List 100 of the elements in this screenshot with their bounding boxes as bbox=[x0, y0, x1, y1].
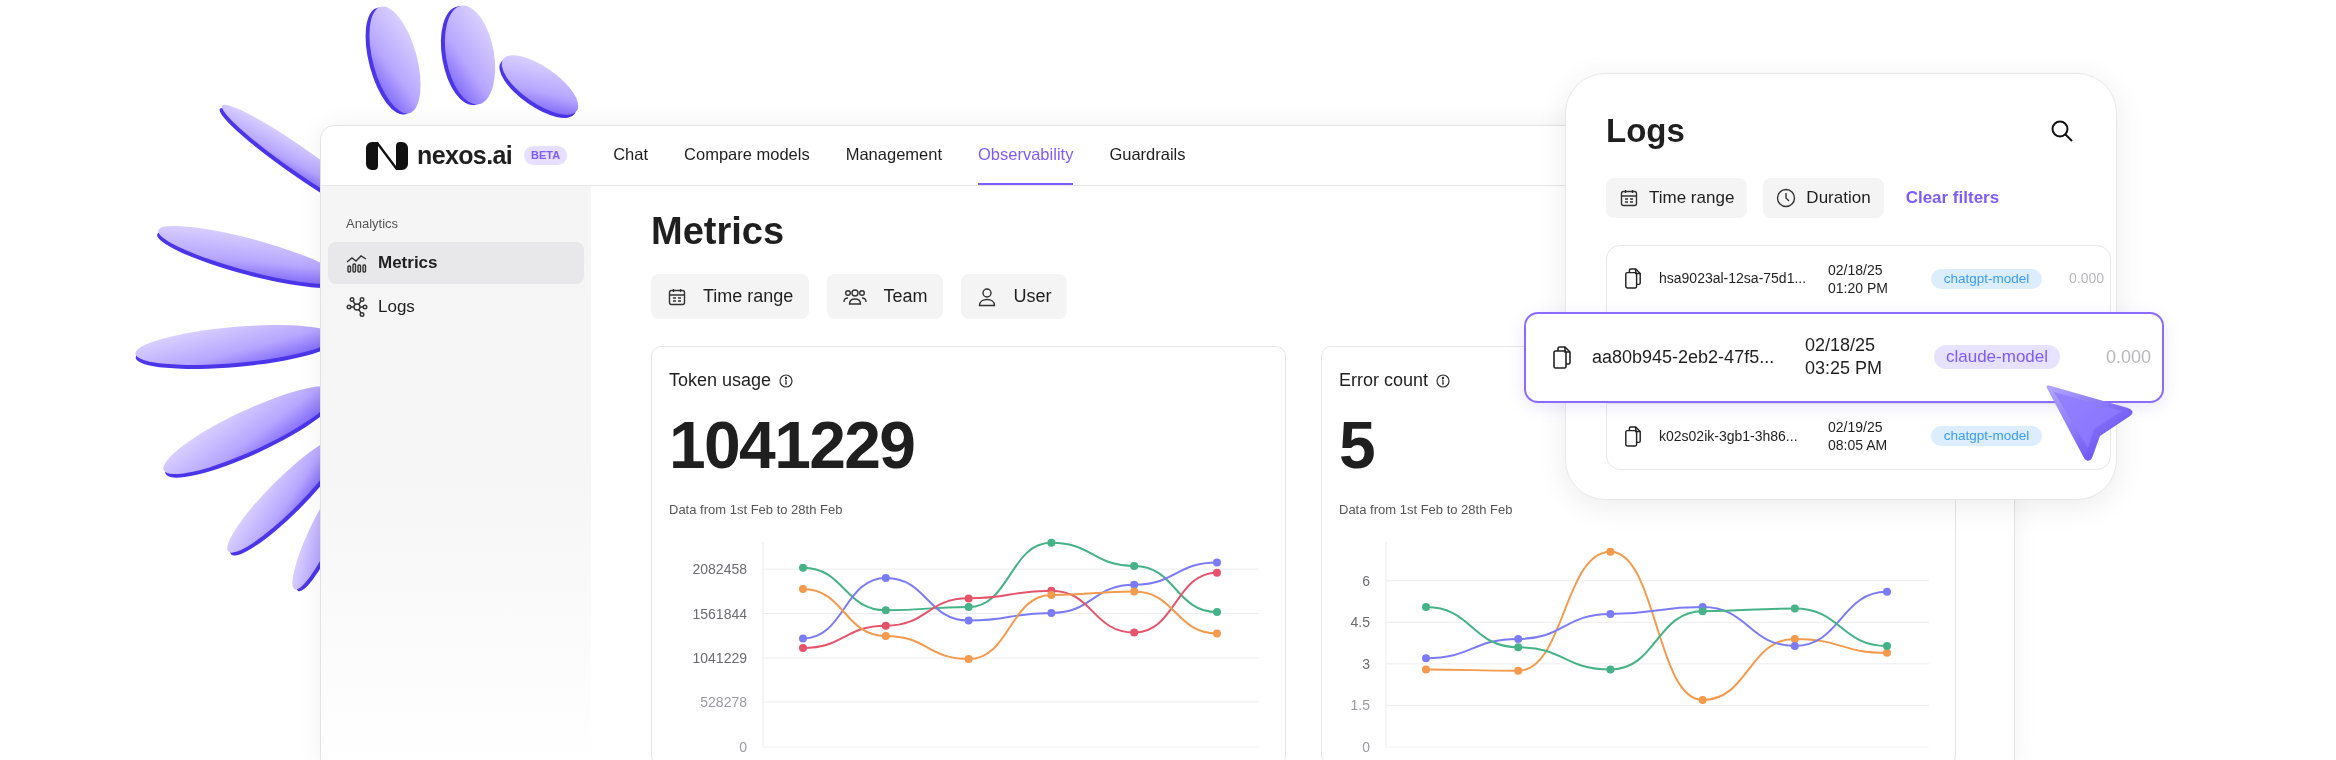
nav-tab[interactable]: Management bbox=[845, 126, 942, 185]
model-tag: claude-model bbox=[1934, 345, 2060, 369]
data-point bbox=[1606, 664, 1615, 673]
data-point bbox=[1130, 587, 1139, 596]
data-point bbox=[881, 631, 890, 640]
card-title: Token usage bbox=[669, 369, 772, 392]
log-time: 08:05 AM bbox=[1828, 436, 1889, 454]
axis-label: 2082458 bbox=[692, 560, 747, 577]
data-point bbox=[1047, 590, 1056, 599]
data-point bbox=[1213, 607, 1221, 616]
data-point bbox=[799, 584, 807, 593]
data-point bbox=[1606, 547, 1615, 556]
documents-icon bbox=[1624, 268, 1642, 289]
log-row[interactable]: aa80b945-2eb2-47f5... 02/18/25 03:25 PM claude-model 0.000 bbox=[1524, 311, 2164, 403]
data-point bbox=[1213, 568, 1221, 577]
page-title: Metrics bbox=[651, 209, 786, 254]
data-point bbox=[881, 605, 890, 614]
sidebar-heading: Analytics bbox=[345, 215, 400, 233]
data-point bbox=[1422, 602, 1430, 611]
model-tag: chatgpt-model bbox=[1931, 268, 2042, 289]
axis-label: 3 bbox=[1362, 655, 1370, 672]
filter-button[interactable]: Duration bbox=[1763, 177, 1884, 218]
filter-button[interactable]: Time range bbox=[651, 274, 810, 319]
log-time: 03:25 PM bbox=[1805, 357, 1884, 380]
data-point bbox=[1047, 538, 1056, 547]
log-date: 02/18/25 bbox=[1805, 334, 1877, 357]
data-point bbox=[1698, 606, 1707, 615]
documents-icon bbox=[1624, 425, 1642, 447]
data-point bbox=[964, 654, 973, 663]
log-row[interactable]: hsa9023al-12sa-75d1... 02/18/25 01:20 PM chatgpt-model 0.000 bbox=[1607, 245, 2110, 312]
model-tag: chatgpt-model bbox=[1931, 426, 2042, 446]
axis-label: 0 bbox=[1362, 738, 1370, 755]
documents-icon bbox=[1552, 345, 1572, 369]
data-point bbox=[1514, 666, 1523, 675]
data-point bbox=[1514, 642, 1523, 651]
axis-label: 1561844 bbox=[692, 605, 747, 622]
axis-label: 1041229 bbox=[692, 649, 747, 666]
data-point bbox=[881, 573, 890, 582]
log-id: k02s02ik-3gb1-3h86... bbox=[1659, 426, 1799, 446]
data-point bbox=[1514, 634, 1523, 643]
sidebar-item[interactable]: Metrics bbox=[328, 241, 584, 284]
filter-button[interactable]: Time range bbox=[1606, 177, 1748, 218]
calendar-icon bbox=[667, 286, 687, 307]
data-point bbox=[1790, 634, 1799, 643]
data-point bbox=[1213, 558, 1221, 566]
data-point bbox=[1698, 695, 1707, 704]
data-point bbox=[1790, 641, 1799, 650]
team-icon bbox=[843, 286, 868, 307]
data-point bbox=[1130, 561, 1139, 570]
sidebar-item[interactable]: Logs bbox=[328, 285, 584, 328]
axis-label: 4.5 bbox=[1350, 613, 1370, 630]
data-point bbox=[964, 616, 973, 625]
data-point bbox=[1213, 628, 1221, 637]
logo-icon bbox=[365, 140, 409, 171]
data-point bbox=[1047, 608, 1056, 617]
axis-label: 528278 bbox=[700, 693, 747, 710]
caption: Data from 1st Feb to 28th Feb bbox=[669, 501, 844, 519]
log-time: 01:20 PM bbox=[1828, 278, 1889, 297]
card-title: Error count bbox=[1339, 369, 1429, 392]
data-point bbox=[1422, 653, 1430, 662]
chart-icon bbox=[346, 252, 368, 273]
axis-label: 0 bbox=[739, 738, 747, 755]
nodes-icon bbox=[346, 296, 368, 317]
data-point bbox=[881, 621, 890, 630]
nav-tab[interactable]: Chat bbox=[613, 126, 649, 185]
log-id: aa80b945-2eb2-47f5... bbox=[1592, 345, 1776, 369]
nav-tab[interactable]: Guardrails bbox=[1109, 126, 1186, 185]
filter-button[interactable]: User bbox=[961, 274, 1068, 319]
log-cost: 0.000 bbox=[2069, 269, 2105, 288]
info-icon bbox=[779, 373, 794, 388]
nav-tab[interactable]: Compare models bbox=[684, 126, 810, 185]
search-icon[interactable] bbox=[2050, 118, 2074, 143]
filter-button[interactable]: Team bbox=[827, 274, 944, 319]
beta-badge: BETA bbox=[524, 146, 568, 165]
metric-value: 1041229 bbox=[669, 412, 915, 478]
log-id: hsa9023al-12sa-75d1... bbox=[1659, 269, 1808, 288]
calendar-icon bbox=[1619, 187, 1639, 208]
data-point bbox=[1130, 580, 1139, 589]
axis-label: 6 bbox=[1362, 572, 1370, 589]
user-icon bbox=[977, 286, 998, 307]
log-date: 02/18/25 bbox=[1828, 260, 1884, 279]
data-point bbox=[964, 593, 973, 602]
data-point bbox=[1883, 587, 1891, 596]
caption: Data from 1st Feb to 28th Feb bbox=[1339, 501, 1514, 519]
data-point bbox=[799, 563, 807, 572]
log-date: 02/19/25 bbox=[1828, 418, 1884, 436]
panel-title: Logs bbox=[1606, 111, 1685, 151]
data-point bbox=[1130, 628, 1139, 637]
data-point bbox=[1790, 604, 1799, 612]
data-point bbox=[964, 602, 973, 611]
data-point bbox=[1422, 664, 1430, 673]
nav-tab[interactable]: Observability bbox=[978, 126, 1074, 185]
info-icon bbox=[1436, 373, 1451, 388]
data-point bbox=[1606, 609, 1615, 618]
axis-label: 1.5 bbox=[1350, 696, 1370, 713]
clock-icon bbox=[1776, 187, 1797, 208]
metric-value: 5 bbox=[1339, 412, 1375, 478]
clear-filters-link[interactable]: Clear filters bbox=[1905, 184, 2000, 211]
brand-name: nexos.ai bbox=[417, 139, 513, 171]
log-cost: 0.000 bbox=[2106, 345, 2152, 369]
